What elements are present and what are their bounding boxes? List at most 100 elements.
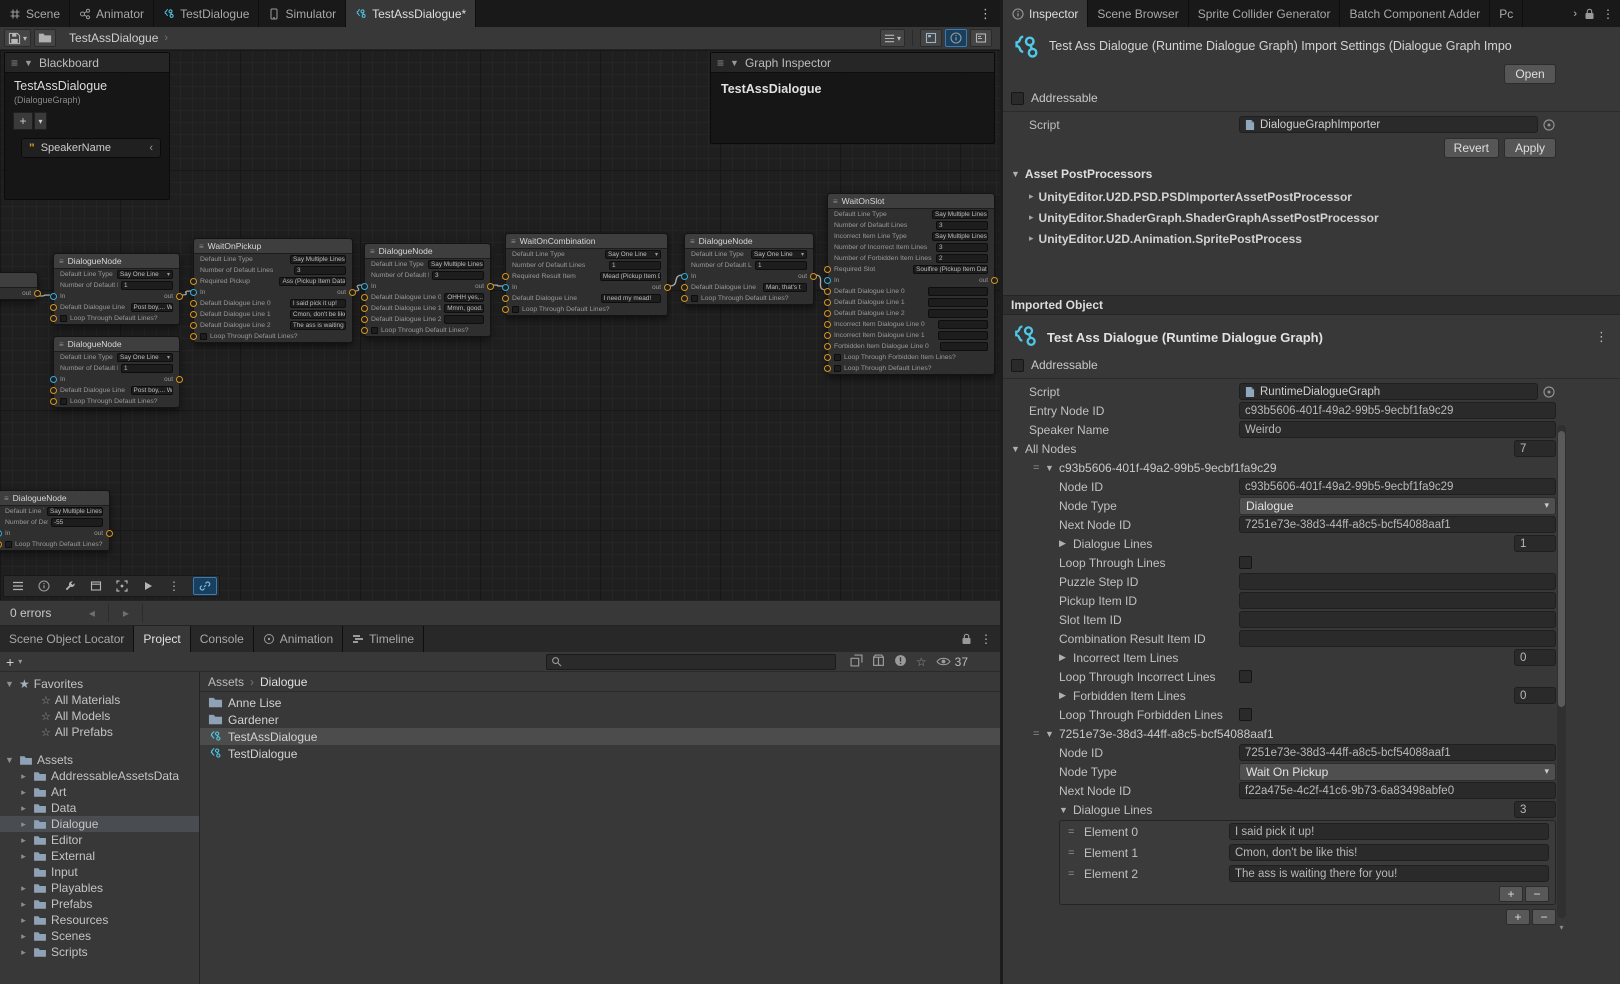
kebab-icon[interactable]: ⋮ bbox=[980, 632, 992, 646]
node-number-field[interactable]: 1 bbox=[755, 261, 807, 270]
text-field[interactable]: 7251e73e-38d3-44ff-a8c5-bcf54088aaf1 bbox=[1239, 516, 1556, 533]
foldout-arrow-icon[interactable]: ▼ bbox=[4, 679, 15, 689]
node-checkbox[interactable] bbox=[834, 365, 841, 372]
tab-animation[interactable]: Animation bbox=[254, 626, 343, 652]
input-port-icon[interactable] bbox=[824, 277, 831, 284]
tab-scene[interactable]: Scene bbox=[0, 0, 70, 27]
node-checkbox[interactable] bbox=[60, 398, 67, 405]
tree-favorites[interactable]: ▼★Favorites bbox=[0, 676, 199, 692]
import-button[interactable] bbox=[850, 654, 863, 670]
project-item-gardener[interactable]: Gardener bbox=[200, 711, 1000, 728]
node-number-field[interactable]: 3 bbox=[432, 271, 484, 280]
foldout-arrow-icon[interactable]: ▸ bbox=[18, 787, 29, 798]
output-port-icon[interactable] bbox=[34, 290, 41, 297]
kebab-button[interactable]: ⋮ bbox=[162, 577, 186, 595]
tree-folder-playables[interactable]: ▸Playables bbox=[0, 880, 199, 896]
tab-scene-browser[interactable]: Scene Browser bbox=[1088, 0, 1188, 27]
addressable-checkbox[interactable] bbox=[1011, 92, 1024, 105]
text-field[interactable]: c93b5606-401f-49a2-99b5-9ecbf1fa9c29 bbox=[1239, 402, 1556, 419]
graph-node-dialoguenode[interactable]: ≡DialogueNodeDefault Line TypeSay One Li… bbox=[53, 253, 180, 325]
previous-error-button[interactable]: ◂ bbox=[75, 604, 109, 622]
add-property-button[interactable]: + bbox=[13, 112, 33, 130]
minimap-toggle-button[interactable] bbox=[920, 29, 942, 47]
node-text-field[interactable] bbox=[938, 331, 988, 340]
window-button[interactable] bbox=[84, 577, 108, 595]
open-button[interactable]: Open bbox=[1504, 64, 1556, 84]
data-port-icon[interactable] bbox=[361, 327, 368, 334]
node-checkbox[interactable] bbox=[60, 315, 67, 322]
data-port-icon[interactable] bbox=[824, 332, 831, 339]
next-error-button[interactable]: ▸ bbox=[109, 604, 143, 622]
package-button[interactable] bbox=[872, 654, 885, 670]
graph-node-rtnode[interactable]: ≡rtNodeout bbox=[0, 272, 38, 300]
node-dropdown[interactable]: Say One Line▾ bbox=[117, 270, 173, 279]
alert-button[interactable] bbox=[894, 654, 907, 670]
favorite-star-icon[interactable]: ☆ bbox=[916, 655, 927, 669]
data-port-icon[interactable] bbox=[50, 315, 57, 322]
node-number-field[interactable]: 2 bbox=[936, 254, 988, 263]
tree-folder-external[interactable]: ▸External bbox=[0, 848, 199, 864]
data-port-icon[interactable] bbox=[502, 295, 509, 302]
node-dropdown[interactable]: Say Multiple Lines▾ bbox=[428, 260, 484, 269]
array-size-field[interactable]: 7 bbox=[1514, 440, 1556, 457]
node-text-field[interactable] bbox=[928, 309, 988, 318]
list-button[interactable] bbox=[6, 577, 30, 595]
tree-folder-scripts[interactable]: ▸Scripts bbox=[0, 944, 199, 960]
node-dropdown[interactable]: Say One Line▾ bbox=[117, 353, 173, 362]
data-port-icon[interactable] bbox=[824, 288, 831, 295]
tabbar-kebab-icon[interactable]: ⋮ bbox=[971, 6, 1000, 22]
node-text-field[interactable]: Mmm, good... bbox=[444, 304, 484, 313]
node-text-field[interactable] bbox=[444, 315, 484, 324]
foldout-arrow-icon[interactable]: ▸ bbox=[18, 915, 29, 926]
tab-animator[interactable]: Animator bbox=[70, 0, 154, 27]
graph-node-dialoguenode[interactable]: ≡DialogueNodeDefault Line TypeSay One Li… bbox=[53, 336, 180, 408]
blackboard-panel[interactable]: ≡ ▼ Blackboard TestAssDialogue (Dialogue… bbox=[4, 52, 170, 200]
postprocessors-foldout[interactable]: ▼ Asset PostProcessors bbox=[1003, 162, 1620, 186]
collapse-arrow-icon[interactable]: ‹ bbox=[149, 142, 153, 154]
node-checkbox[interactable] bbox=[5, 541, 12, 548]
foldout-arrow-icon[interactable]: ▸ bbox=[1029, 212, 1034, 223]
foldout-arrow-icon[interactable]: ▼ bbox=[1011, 444, 1025, 454]
node-number-field[interactable]: 1 bbox=[609, 261, 661, 270]
project-search-box[interactable] bbox=[546, 654, 836, 670]
foldout-arrow-icon[interactable]: ▶ bbox=[1059, 652, 1073, 663]
text-field[interactable] bbox=[1239, 573, 1556, 590]
graph-canvas[interactable]: ≡rtNodeout ≡DialogueNodeDefault Line Type… bbox=[0, 50, 1000, 600]
scrollbar-thumb[interactable] bbox=[1558, 431, 1565, 707]
data-port-icon[interactable] bbox=[824, 321, 831, 328]
data-port-icon[interactable] bbox=[190, 278, 197, 285]
foldout-arrow-icon[interactable]: ▶ bbox=[1059, 538, 1073, 549]
foldout-arrow-icon[interactable]: ▼ bbox=[4, 755, 15, 765]
foldout-arrow-icon[interactable]: ▶ bbox=[1059, 690, 1073, 701]
input-port-icon[interactable] bbox=[502, 284, 509, 291]
search-input[interactable] bbox=[566, 656, 831, 668]
graph-node-dialoguenode[interactable]: ≡DialogueNodeDefault Line TypeSay Multip… bbox=[0, 490, 110, 551]
wrench-button[interactable] bbox=[58, 577, 82, 595]
text-field[interactable] bbox=[1239, 630, 1556, 647]
output-port-icon[interactable] bbox=[991, 277, 998, 284]
postprocessor-item[interactable]: ▸UnityEditor.U2D.PSD.PSDImporterAssetPos… bbox=[1003, 186, 1620, 207]
postprocessor-item[interactable]: ▸UnityEditor.ShaderGraph.ShaderGraphAsse… bbox=[1003, 207, 1620, 228]
data-port-icon[interactable] bbox=[50, 398, 57, 405]
foldout-arrow-icon[interactable]: ▸ bbox=[18, 803, 29, 814]
tree-folder-input[interactable]: Input bbox=[0, 864, 199, 880]
breadcrumb-current[interactable]: Dialogue bbox=[260, 675, 307, 689]
output-port-icon[interactable] bbox=[176, 293, 183, 300]
node-text-field[interactable] bbox=[940, 342, 988, 351]
tab-timeline[interactable]: Timeline bbox=[343, 626, 424, 652]
data-port-icon[interactable] bbox=[190, 300, 197, 307]
object-field[interactable]: RuntimeDialogueGraph bbox=[1239, 383, 1538, 400]
project-item-testdialogue[interactable]: TestDialogue bbox=[200, 745, 1000, 762]
project-item-testassdialogue[interactable]: TestAssDialogue bbox=[200, 728, 1000, 745]
graph-inspector-toggle-button[interactable] bbox=[945, 29, 967, 47]
tab-scene-object-locator[interactable]: Scene Object Locator bbox=[0, 626, 134, 652]
text-field[interactable]: c93b5606-401f-49a2-99b5-9ecbf1fa9c29 bbox=[1239, 478, 1556, 495]
chevron-down-icon[interactable]: ▾ bbox=[34, 112, 47, 130]
data-port-icon[interactable] bbox=[361, 305, 368, 312]
data-port-icon[interactable] bbox=[824, 343, 831, 350]
breadcrumb-assets[interactable]: Assets bbox=[208, 675, 244, 689]
tree-folder-prefabs[interactable]: ▸Prefabs bbox=[0, 896, 199, 912]
open-folder-button[interactable] bbox=[34, 29, 56, 47]
tab-batch-component-adder[interactable]: Batch Component Adder bbox=[1340, 0, 1490, 27]
node-text-field[interactable]: I need my mead! bbox=[601, 294, 662, 303]
